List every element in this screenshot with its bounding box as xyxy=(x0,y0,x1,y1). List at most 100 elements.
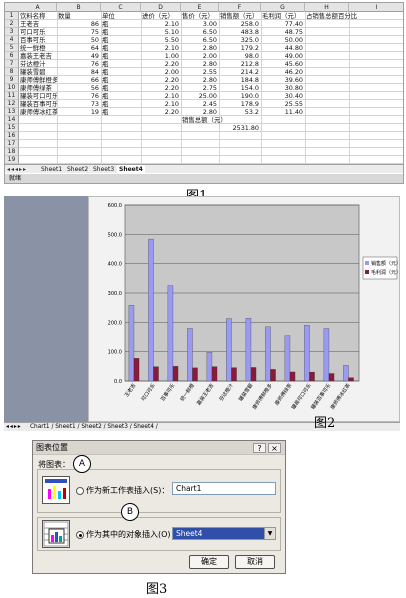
table-cell[interactable]: 30.80 xyxy=(262,84,305,92)
table-cell[interactable]: 184.8 xyxy=(220,76,261,84)
table-cell[interactable]: 66 xyxy=(58,76,101,84)
row-header[interactable]: 15 xyxy=(5,124,19,132)
row-header[interactable]: 18 xyxy=(5,148,19,156)
table-cell[interactable]: 325.0 xyxy=(220,36,261,44)
table-cell[interactable]: 6.50 xyxy=(182,36,219,44)
table-cell[interactable]: 49 xyxy=(58,52,101,60)
table-cell[interactable]: 瓶 xyxy=(102,68,141,76)
cancel-button[interactable]: 取消 xyxy=(235,555,275,569)
table-cell[interactable]: 销售总额（元） xyxy=(182,116,261,124)
row-header[interactable]: 4 xyxy=(5,36,19,44)
table-cell[interactable]: 占销售总额百分比 xyxy=(306,12,403,20)
table-cell[interactable]: 2.80 xyxy=(182,60,219,68)
table-cell[interactable]: 销售额（元） xyxy=(220,12,261,20)
table-cell[interactable]: 3.00 xyxy=(182,20,219,28)
column-header[interactable]: H xyxy=(305,3,349,12)
row-header[interactable]: 6 xyxy=(5,52,19,60)
table-cell[interactable]: 瓶 xyxy=(102,36,141,44)
table-cell[interactable]: 75 xyxy=(58,28,101,36)
table-cell[interactable]: 瓶 xyxy=(102,92,141,100)
table-cell[interactable]: 19 xyxy=(58,108,101,116)
table-cell[interactable]: 2.00 xyxy=(142,68,181,76)
row-header[interactable]: 12 xyxy=(5,100,19,108)
table-cell[interactable]: 5.50 xyxy=(142,36,181,44)
table-cell[interactable]: 64 xyxy=(58,44,101,52)
row-header[interactable]: 10 xyxy=(5,84,19,92)
table-cell[interactable]: 2.45 xyxy=(182,100,219,108)
table-cell[interactable]: 179.2 xyxy=(220,44,261,52)
table-cell[interactable]: 数量 xyxy=(58,12,101,20)
table-cell[interactable]: 46.20 xyxy=(262,68,305,76)
table-cell[interactable]: 罐装雪碧 xyxy=(20,68,57,76)
table-cell[interactable]: 73 xyxy=(58,100,101,108)
new-sheet-name-input[interactable]: Chart1 xyxy=(172,482,276,495)
column-header[interactable]: E xyxy=(181,3,219,12)
column-header[interactable]: I xyxy=(349,3,403,12)
table-cell[interactable]: 瓶 xyxy=(102,44,141,52)
table-cell[interactable]: 嘉装王老吉 xyxy=(20,52,57,60)
table-cell[interactable]: 罐装百事可乐 xyxy=(20,100,57,108)
table-cell[interactable]: 瓶 xyxy=(102,84,141,92)
table-cell[interactable]: 39.60 xyxy=(262,76,305,84)
chevron-down-icon[interactable]: ▼ xyxy=(264,528,275,539)
table-cell[interactable]: 76 xyxy=(58,92,101,100)
table-cell[interactable]: 芬达橙汁 xyxy=(20,60,57,68)
column-header[interactable]: F xyxy=(219,3,261,12)
table-cell[interactable]: 214.2 xyxy=(220,68,261,76)
table-cell[interactable]: 瓶 xyxy=(102,108,141,116)
table-cell[interactable]: 483.8 xyxy=(220,28,261,36)
table-cell[interactable]: 2.20 xyxy=(142,108,181,116)
row-header[interactable]: 14 xyxy=(5,116,19,124)
table-cell[interactable]: 单位 xyxy=(102,12,141,20)
radio-new-sheet[interactable] xyxy=(76,487,84,495)
table-cell[interactable]: 进价（元） xyxy=(142,12,181,20)
column-header[interactable]: C xyxy=(101,3,141,12)
column-header[interactable]: G xyxy=(261,3,305,12)
table-cell[interactable]: 瓶 xyxy=(102,28,141,36)
table-cell[interactable]: 2531.80 xyxy=(220,124,261,132)
table-cell[interactable]: 2.20 xyxy=(142,60,181,68)
table-cell[interactable]: 98.0 xyxy=(220,52,261,60)
table-cell[interactable]: 76 xyxy=(58,60,101,68)
table-cell[interactable]: 王老吉 xyxy=(20,20,57,28)
row-header[interactable]: 7 xyxy=(5,60,19,68)
table-cell[interactable]: 瓶 xyxy=(102,100,141,108)
radio-as-object[interactable] xyxy=(76,531,84,539)
table-cell[interactable]: 2.75 xyxy=(182,84,219,92)
row-header[interactable]: 8 xyxy=(5,68,19,76)
row-header[interactable]: 11 xyxy=(5,92,19,100)
table-cell[interactable]: 86 xyxy=(58,20,101,28)
row-header[interactable]: 5 xyxy=(5,44,19,52)
row-header[interactable]: 13 xyxy=(5,108,19,116)
table-cell[interactable]: 统一鲜橙 xyxy=(20,44,57,52)
table-cell[interactable]: 48.75 xyxy=(262,28,305,36)
table-cell[interactable]: 50.00 xyxy=(262,36,305,44)
table-cell[interactable]: 30.40 xyxy=(262,92,305,100)
table-cell[interactable]: 44.80 xyxy=(262,44,305,52)
table-cell[interactable]: 178.9 xyxy=(220,100,261,108)
row-header[interactable]: 2 xyxy=(5,20,19,28)
table-cell[interactable]: 2.10 xyxy=(142,92,181,100)
table-cell[interactable]: 饮料名称 xyxy=(20,12,57,20)
table-cell[interactable]: 2.20 xyxy=(142,76,181,84)
row-header[interactable]: 19 xyxy=(5,156,19,164)
table-cell[interactable]: 2.80 xyxy=(182,76,219,84)
table-cell[interactable]: 康师傅绿茶 xyxy=(20,84,57,92)
table-cell[interactable]: 77.40 xyxy=(262,20,305,28)
tab-sheet2[interactable]: Sheet2 xyxy=(65,165,90,174)
column-header[interactable]: D xyxy=(141,3,181,12)
table-cell[interactable]: 49.00 xyxy=(262,52,305,60)
table-cell[interactable]: 25.55 xyxy=(262,100,305,108)
row-header[interactable]: 16 xyxy=(5,132,19,140)
table-cell[interactable]: 瓶 xyxy=(102,52,141,60)
table-cell[interactable]: 50 xyxy=(58,36,101,44)
table-cell[interactable]: 售价（元） xyxy=(182,12,219,20)
table-cell[interactable]: 瓶 xyxy=(102,60,141,68)
table-cell[interactable]: 1.00 xyxy=(142,52,181,60)
chart-sheet-tabs[interactable]: Chart1 / Sheet1 / Sheet2 / Sheet3 / Shee… xyxy=(30,423,158,432)
table-cell[interactable]: 康师傅鲜橙多 xyxy=(20,76,57,84)
column-header[interactable]: B xyxy=(57,3,101,12)
table-cell[interactable]: 百事可乐 xyxy=(20,36,57,44)
table-cell[interactable]: 5.10 xyxy=(142,28,181,36)
sheet-nav-arrows-icon[interactable]: ◂◂◂▸▸ xyxy=(7,165,27,174)
